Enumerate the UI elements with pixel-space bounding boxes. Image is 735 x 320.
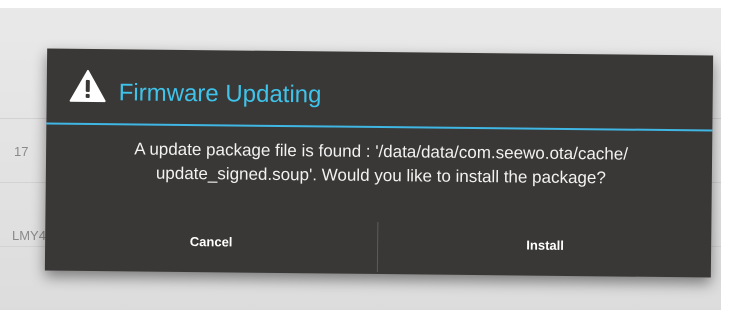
cancel-button[interactable]: Cancel (45, 209, 378, 274)
frame-edge (0, 310, 735, 320)
dialog-button-bar: Cancel Install (45, 209, 712, 278)
install-button[interactable]: Install (379, 212, 712, 277)
firmware-update-dialog: Firmware Updating A update package file … (44, 48, 714, 278)
list-item-text: 17 (14, 144, 29, 159)
dialog-message: A update package file is found : '/data/… (134, 139, 629, 188)
dialog-header: Firmware Updating (46, 49, 713, 130)
screen: 17 LMY49 Firmware Updating A update pack… (0, 0, 735, 320)
warning-icon (69, 69, 106, 103)
dialog-title: Firmware Updating (118, 79, 322, 109)
frame-edge (0, 0, 735, 8)
frame-edge (721, 0, 735, 320)
